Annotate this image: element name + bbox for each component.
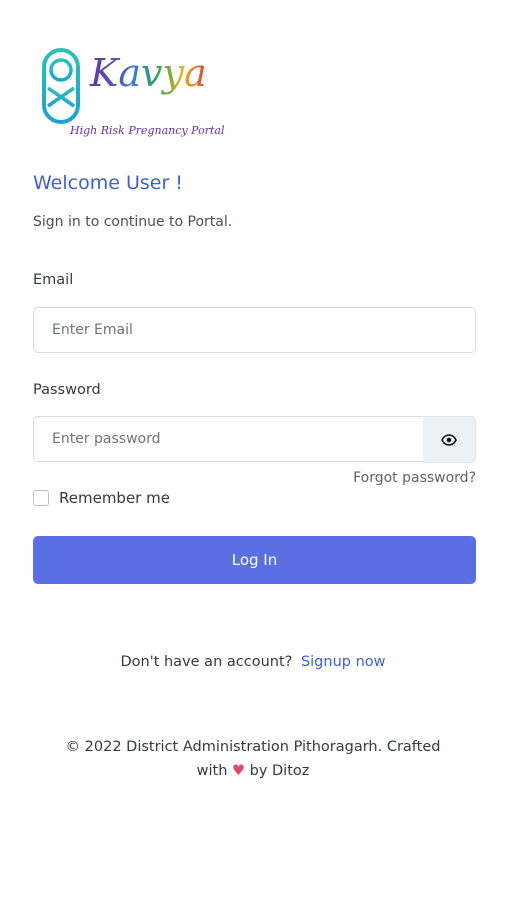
logo-mark: Kavya High Risk Pregnancy Portal	[42, 48, 225, 137]
signup-prompt-line: Don't have an account? Signup now	[0, 654, 506, 670]
password-field[interactable]	[33, 416, 424, 462]
password-label: Password	[33, 382, 101, 398]
remember-label: Remember me	[59, 489, 170, 507]
footer-copyright: © 2022 District Administration Pithoraga…	[65, 739, 441, 755]
footer-credit: with ♥ by Ditoz	[20, 759, 486, 783]
remember-me[interactable]: Remember me	[33, 489, 170, 507]
footer-with: with	[196, 763, 228, 779]
brand-name: Kavya	[89, 51, 207, 95]
toggle-password-button[interactable]	[423, 416, 476, 463]
kavya-logo: Kavya High Risk Pregnancy Portal	[38, 40, 238, 140]
login-button[interactable]: Log In	[33, 536, 476, 584]
forgot-password-link[interactable]: Forgot password?	[353, 470, 476, 486]
remember-checkbox[interactable]	[33, 490, 49, 506]
brand-tagline: High Risk Pregnancy Portal	[69, 124, 225, 137]
footer-by: by Ditoz	[249, 763, 310, 779]
signup-prompt: Don't have an account?	[120, 654, 293, 670]
page-title: Welcome User !	[33, 172, 183, 194]
page-subtitle: Sign in to continue to Portal.	[33, 214, 233, 230]
email-field[interactable]	[33, 307, 476, 353]
footer: © 2022 District Administration Pithoraga…	[20, 735, 486, 783]
heart-icon: ♥	[232, 763, 245, 779]
eye-icon	[441, 433, 457, 446]
signup-link[interactable]: Signup now	[301, 654, 386, 670]
email-label: Email	[33, 272, 74, 288]
